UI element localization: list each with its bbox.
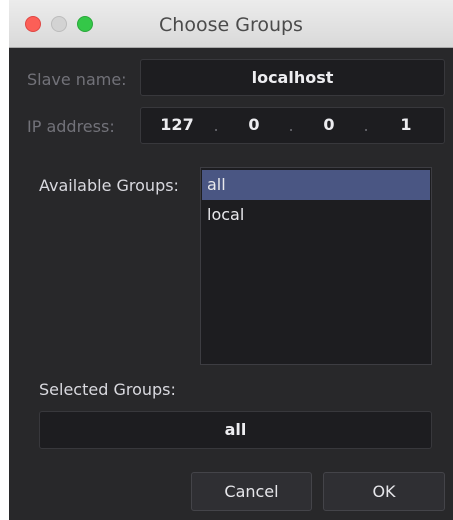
ip-separator: . <box>213 116 219 135</box>
ip-octet-4[interactable]: 1 <box>383 107 429 144</box>
cancel-button[interactable]: Cancel <box>191 472 312 511</box>
ok-button[interactable]: OK <box>323 472 445 511</box>
slave-name-field[interactable]: localhost <box>140 59 445 96</box>
slave-name-label: Slave name: <box>27 70 127 89</box>
ip-separator: . <box>288 116 294 135</box>
available-groups-list[interactable]: all local <box>200 167 432 365</box>
ip-octet-2[interactable]: 0 <box>233 107 275 144</box>
ip-octet-1[interactable]: 127 <box>154 107 200 144</box>
window-title: Choose Groups <box>159 14 303 36</box>
ip-separator: . <box>363 116 369 135</box>
selected-groups-label: Selected Groups: <box>39 380 176 399</box>
available-groups-label: Available Groups: <box>39 176 179 195</box>
ip-octet-3[interactable]: 0 <box>308 107 350 144</box>
ip-address-label: IP address: <box>27 117 115 136</box>
title-bar[interactable]: Choose Groups <box>9 0 453 48</box>
selected-groups-field[interactable]: all <box>39 411 432 449</box>
list-item[interactable]: all <box>202 170 430 200</box>
list-item[interactable]: local <box>202 200 430 230</box>
choose-groups-dialog: Choose Groups Slave name: localhost IP a… <box>9 0 453 520</box>
